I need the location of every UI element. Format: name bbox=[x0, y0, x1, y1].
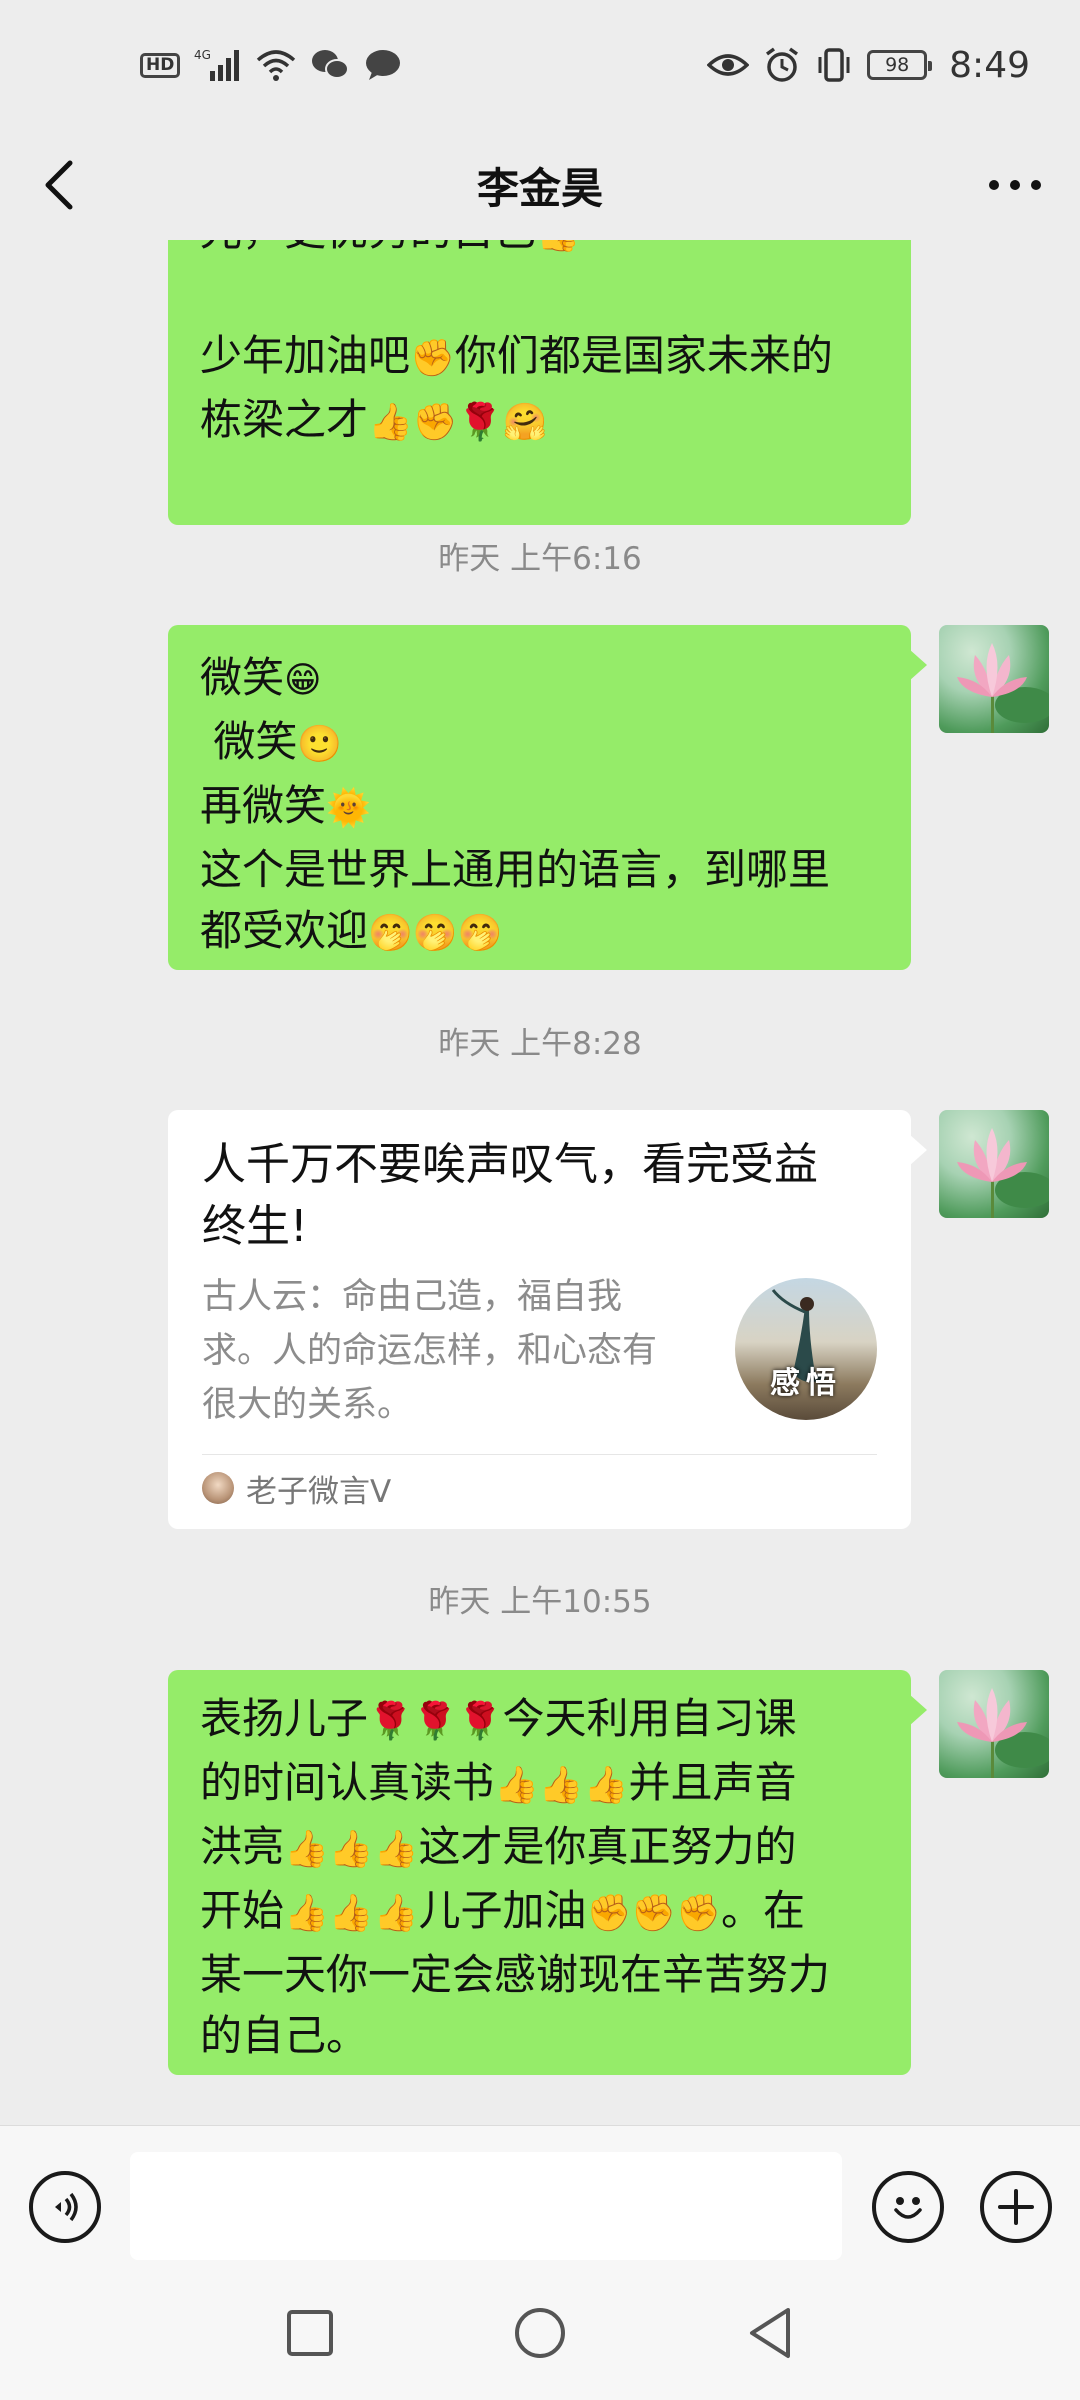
vibrate-icon bbox=[815, 47, 853, 83]
square-icon bbox=[287, 2310, 333, 2356]
article-title: 人千万不要唉声叹气，看完受益 终生! bbox=[202, 1134, 877, 1258]
eye-icon bbox=[707, 50, 750, 80]
message-line: 这个是世界上通用的语言，到哪里 bbox=[200, 845, 831, 894]
timestamp: 昨天 上午6:16 bbox=[438, 541, 642, 577]
chat-title: 李金昊 bbox=[476, 163, 603, 213]
message-line: 开始👍👍👍儿子加油✊✊✊。在 bbox=[200, 1886, 806, 1935]
signal-4g-icon: 4G bbox=[194, 47, 242, 83]
message-line: 都受欢迎🤭🤭🤭 bbox=[200, 906, 503, 955]
source-avatar-icon bbox=[202, 1472, 234, 1504]
chat-header: 李金昊 bbox=[0, 130, 1080, 240]
plus-icon bbox=[998, 2189, 1034, 2225]
wechat-icon bbox=[310, 48, 350, 82]
message-icon bbox=[364, 48, 402, 82]
article-thumbnail-text: 感悟 bbox=[770, 1366, 842, 1401]
voice-icon bbox=[55, 2192, 78, 2222]
article-source-name: 老子微言V bbox=[246, 1473, 392, 1510]
article-source[interactable]: 老子微言V bbox=[202, 1455, 877, 1521]
message-line: 栋梁之才👍✊🌹🤗 bbox=[200, 395, 548, 444]
message-line: 光，更优秀的自己👍 bbox=[200, 240, 879, 264]
avatar[interactable] bbox=[939, 625, 1049, 733]
article-thumbnail: 感悟 bbox=[735, 1278, 877, 1420]
input-bar bbox=[0, 2125, 1080, 2265]
avatar[interactable] bbox=[939, 1110, 1049, 1218]
back-button[interactable] bbox=[30, 155, 90, 215]
shared-article-card[interactable]: 人千万不要唉声叹气，看完受益 终生! 古人云：命由己造，福自我 求。人的命运怎样… bbox=[168, 1110, 927, 1529]
alarm-icon bbox=[763, 46, 801, 84]
more-horizontal-icon bbox=[989, 180, 1041, 190]
network-label: 4G bbox=[194, 48, 211, 62]
article-description-line: 很大的关系。 bbox=[202, 1385, 413, 1425]
chevron-left-icon bbox=[45, 160, 73, 210]
message-line: 洪亮👍👍👍这才是你真正努力的 bbox=[200, 1822, 797, 1871]
message-line: 表扬儿子🌹🌹🌹今天利用自习课 bbox=[200, 1694, 797, 1743]
article-title-line: 终生! bbox=[202, 1201, 308, 1252]
message-bubble-2[interactable]: 微笑😁 微笑🙂 再微笑🌞 这个是世界上通用的语言，到哪里 都受欢迎🤭🤭🤭 bbox=[168, 625, 927, 970]
status-time: 8:49 bbox=[949, 44, 1030, 86]
chat-message-list[interactable]: 光，更优秀的自己👍 少年加油吧✊你们都是国家未来的 栋梁之才👍✊🌹🤗 昨天 上午… bbox=[0, 240, 1080, 2125]
article-body: 古人云：命由己造，福自我 求。人的命运怎样，和心态有 很大的关系。 感悟 bbox=[202, 1270, 877, 1432]
article-title-line: 人千万不要唉声叹气，看完受益 bbox=[202, 1139, 818, 1190]
more-button[interactable] bbox=[980, 155, 1050, 215]
hd-icon: HD bbox=[140, 52, 181, 78]
wifi-icon bbox=[256, 48, 296, 82]
status-bar: HD 4G 98 8:49 bbox=[0, 0, 1080, 130]
home-button[interactable] bbox=[500, 2293, 580, 2373]
message-line: 的时间认真读书👍👍👍并且声音 bbox=[200, 1758, 797, 1807]
circle-icon bbox=[515, 2308, 565, 2358]
message-bubble-1[interactable]: 光，更优秀的自己👍 少年加油吧✊你们都是国家未来的 栋梁之才👍✊🌹🤗 bbox=[168, 240, 911, 525]
bubble-tail bbox=[909, 1694, 927, 1726]
lotus-avatar-icon bbox=[957, 1688, 1049, 1778]
article-description: 古人云：命由己造，福自我 求。人的命运怎样，和心态有 很大的关系。 bbox=[202, 1270, 702, 1432]
article-description-line: 求。人的命运怎样，和心态有 bbox=[202, 1331, 658, 1371]
plus-button[interactable] bbox=[980, 2171, 1052, 2243]
message-line: 再微笑🌞 bbox=[200, 781, 371, 830]
emoji-button[interactable] bbox=[872, 2171, 944, 2243]
message-line: 的自己。 bbox=[200, 2011, 369, 2060]
timestamp: 昨天 上午10:55 bbox=[428, 1584, 652, 1620]
message-input[interactable] bbox=[130, 2152, 842, 2260]
avatar[interactable] bbox=[939, 1670, 1049, 1778]
message-line: 微笑😁 bbox=[200, 653, 322, 702]
emoji-icon bbox=[894, 2197, 922, 2219]
system-nav-bar bbox=[0, 2265, 1080, 2400]
nav-back-button[interactable] bbox=[730, 2293, 810, 2373]
lotus-avatar-icon bbox=[957, 643, 1049, 733]
message-line: 微笑🙂 bbox=[200, 717, 343, 766]
status-left-icons: HD 4G bbox=[140, 47, 402, 83]
message-line: 少年加油吧✊你们都是国家未来的 bbox=[200, 331, 833, 380]
battery-icon: 98 bbox=[867, 50, 933, 80]
voice-button[interactable] bbox=[29, 2171, 101, 2243]
status-right-icons: 98 8:49 bbox=[707, 45, 1030, 86]
recent-apps-button[interactable] bbox=[270, 2293, 350, 2373]
timestamp: 昨天 上午8:28 bbox=[438, 1026, 642, 1062]
message-bubble-3[interactable]: 表扬儿子🌹🌹🌹今天利用自习课 的时间认真读书👍👍👍并且声音 洪亮👍👍👍这才是你真… bbox=[168, 1670, 927, 2075]
message-line: 某一天你一定会感谢现在辛苦努力 bbox=[200, 1950, 831, 1999]
triangle-back-icon bbox=[750, 2308, 790, 2358]
article-description-line: 古人云：命由己造，福自我 bbox=[202, 1277, 623, 1317]
bubble-tail bbox=[909, 649, 927, 681]
lotus-avatar-icon bbox=[957, 1128, 1049, 1218]
bubble-tail bbox=[909, 1134, 927, 1166]
